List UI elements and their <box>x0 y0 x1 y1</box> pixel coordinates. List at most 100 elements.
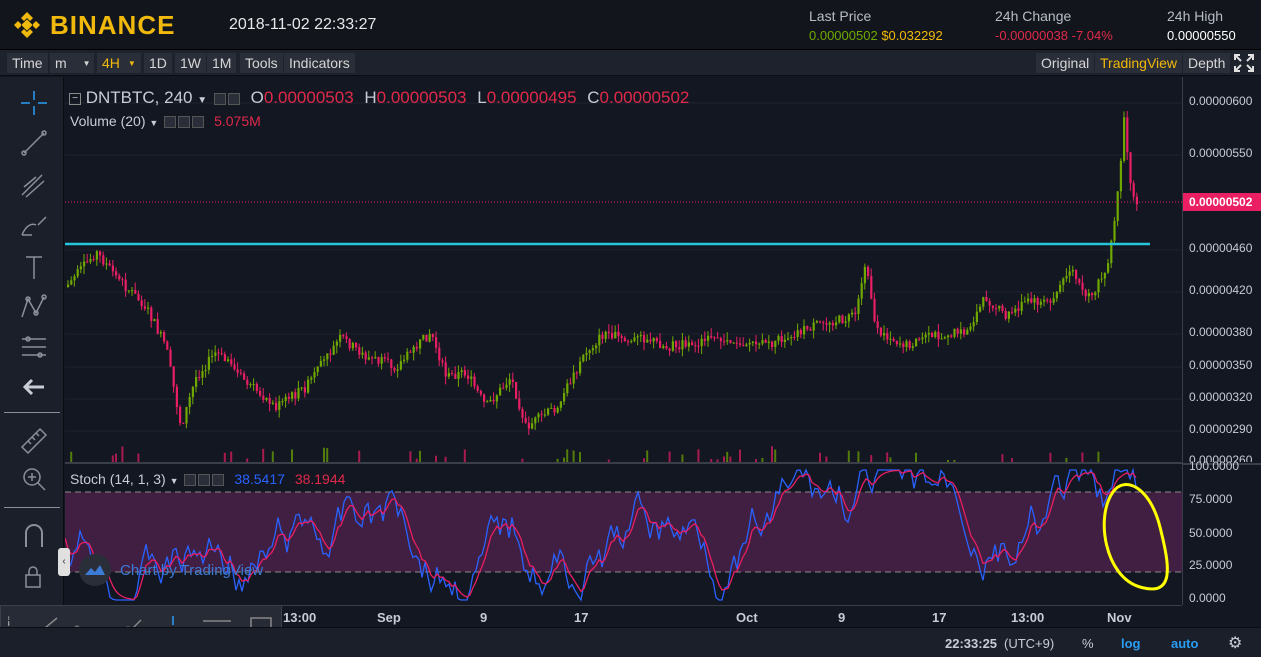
candle-body <box>649 339 652 342</box>
caret-down-icon[interactable]: ▼ <box>170 476 179 486</box>
candle-body <box>620 336 623 338</box>
candle-body <box>508 379 511 385</box>
stoch-d-value: 38.1944 <box>294 471 346 487</box>
caret-down-icon[interactable]: ▼ <box>149 118 158 128</box>
time-axis-label: 9 <box>480 610 488 625</box>
stoch-label[interactable]: Stoch (14, 1, 3) <box>70 471 166 487</box>
candle-body <box>547 408 550 415</box>
collapse-icon[interactable]: − <box>69 92 81 105</box>
interval-1d-button[interactable]: 1D <box>144 53 172 73</box>
collapse-handle[interactable]: ‹ <box>58 548 70 576</box>
candle-body <box>671 341 674 351</box>
tools-button[interactable]: Tools <box>240 53 283 73</box>
time-button[interactable]: Time <box>7 53 48 73</box>
candle-body <box>425 334 428 342</box>
time-axis-label: 17 <box>932 610 947 625</box>
percent-toggle[interactable]: % <box>1082 636 1094 651</box>
volume-bar <box>857 451 860 462</box>
trend-line-icon[interactable] <box>16 127 52 159</box>
brush-icon[interactable] <box>16 209 52 241</box>
symbol-label[interactable]: DNTBTC, 240 <box>86 88 193 107</box>
candle-body <box>307 379 310 393</box>
change-value: -0.00000038 <box>995 28 1069 43</box>
volume-bar <box>697 449 700 462</box>
price-axis-label: 0.00000460 <box>1189 241 1253 255</box>
minute-dropdown[interactable]: m ▼ <box>50 53 94 73</box>
candle-body <box>614 331 617 339</box>
settings-icon[interactable] <box>198 474 211 487</box>
status-timezone[interactable]: (UTC+9) <box>1004 636 1054 651</box>
candle-body <box>1059 284 1062 292</box>
candle-body <box>771 341 774 348</box>
zoom-icon[interactable] <box>16 463 52 495</box>
candle-body <box>358 347 361 355</box>
interval-1w-button[interactable]: 1W <box>175 53 206 73</box>
ruler-icon[interactable] <box>16 423 52 455</box>
candle-body <box>991 305 994 309</box>
candle-body <box>815 321 818 323</box>
time-axis-label: Oct <box>736 610 758 625</box>
candle-body <box>230 359 233 365</box>
log-toggle[interactable]: log <box>1121 636 1141 651</box>
low-label: L <box>477 88 487 107</box>
volume-legend: Volume (20) ▼ 5.075M <box>70 113 261 129</box>
volume-label[interactable]: Volume (20) <box>70 113 145 129</box>
candle-body <box>1081 282 1084 290</box>
settings-icon[interactable] <box>178 116 191 129</box>
fib-icon[interactable] <box>16 331 52 363</box>
candle-body <box>662 346 665 349</box>
candle-body <box>902 343 905 348</box>
volume-value: 5.075M <box>214 113 261 129</box>
grid-lines <box>65 102 1182 432</box>
crosshair-icon[interactable] <box>16 87 52 119</box>
eye-icon[interactable] <box>164 116 177 129</box>
close-icon[interactable] <box>192 116 205 129</box>
lock-icon[interactable] <box>16 561 52 593</box>
candle-body <box>486 401 489 403</box>
price-axis[interactable]: 0.00000600 0.00000550 0.00000460 0.00000… <box>1182 77 1261 605</box>
candle-body <box>707 335 710 341</box>
caret-down-icon[interactable]: ▼ <box>197 95 207 106</box>
pitchfork-icon[interactable] <box>16 169 52 201</box>
auto-toggle[interactable]: auto <box>1171 636 1198 651</box>
pattern-icon[interactable] <box>16 291 52 323</box>
close-icon[interactable] <box>212 474 225 487</box>
watermark-text: Chart by TradingView <box>120 561 264 579</box>
chart-area[interactable]: − DNTBTC, 240 ▼ O0.00000503 H0.00000503 … <box>65 77 1182 605</box>
back-arrow-icon[interactable] <box>16 371 52 403</box>
tradingview-view-button[interactable]: TradingView <box>1095 53 1183 73</box>
indicators-button[interactable]: Indicators <box>284 53 355 73</box>
candle-body <box>937 331 940 340</box>
candle-body <box>118 275 121 280</box>
settings-gear-icon[interactable]: ⚙ <box>1228 633 1242 653</box>
eye-icon[interactable] <box>184 474 197 487</box>
candle-body <box>147 307 150 309</box>
settings-icon[interactable] <box>227 92 240 105</box>
candle-body <box>684 340 687 347</box>
volume-bar <box>819 452 821 462</box>
candle-body <box>438 347 441 361</box>
magnet-icon[interactable] <box>16 519 52 551</box>
volume-bar <box>1081 452 1084 462</box>
time-axis-label: Sep <box>377 610 401 625</box>
eye-icon[interactable] <box>213 92 226 105</box>
fullscreen-icon[interactable] <box>1232 53 1256 73</box>
original-view-button[interactable]: Original <box>1036 53 1095 73</box>
candle-body <box>166 341 169 350</box>
candle-body <box>435 337 438 348</box>
interval-4h-dropdown[interactable]: 4H ▼ <box>97 53 141 73</box>
candle-body <box>921 337 924 340</box>
last-price-stat: Last Price 0.00000502 $0.032292 <box>809 8 943 43</box>
candle-body <box>287 396 290 399</box>
change-label: 24h Change <box>995 8 1072 24</box>
candle-body <box>444 362 447 377</box>
candle-body <box>559 401 562 408</box>
candle-body <box>460 370 463 373</box>
depth-view-button[interactable]: Depth <box>1183 53 1231 73</box>
binance-logo[interactable]: BINANCE <box>12 10 175 40</box>
candle-body <box>131 290 134 292</box>
text-icon[interactable] <box>16 251 52 283</box>
tradingview-watermark[interactable]: Chart by TradingView <box>78 553 263 587</box>
interval-1m-button[interactable]: 1M <box>207 53 237 73</box>
candle-body <box>268 397 271 404</box>
